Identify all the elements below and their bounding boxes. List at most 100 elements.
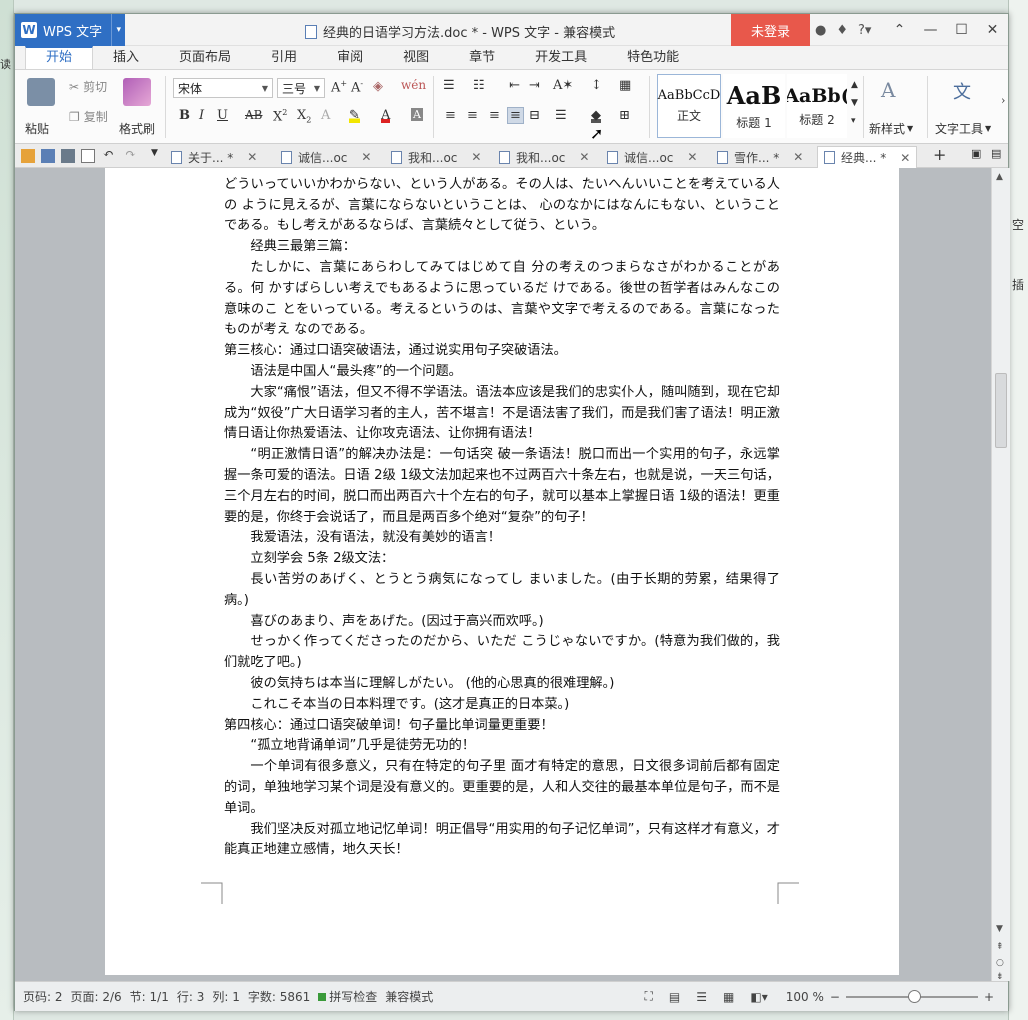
status-section[interactable]: 节: 1/1: [130, 988, 169, 1005]
chevron-down-icon[interactable]: ▾: [111, 14, 121, 46]
status-word-count[interactable]: 字数: 5861: [248, 988, 310, 1005]
undo-icon[interactable]: ↶: [103, 147, 114, 162]
increase-indent-icon[interactable]: ⇥: [529, 78, 540, 93]
scroll-up-icon[interactable]: ▲: [996, 172, 1003, 182]
spell-check-toggle[interactable]: 拼写检查: [318, 988, 377, 1005]
tab-chapter[interactable]: 章节: [449, 46, 515, 69]
paragraph[interactable]: “明正激情日语”的解决办法是：一句话突 破一条语法！脱口而出一个实用的句子，永远…: [224, 445, 780, 528]
save-icon[interactable]: [41, 149, 55, 163]
paragraph[interactable]: 立刻学会 5条 2级文法：: [224, 549, 780, 570]
format-painter-button[interactable]: 格式刷: [119, 120, 155, 137]
text-effect-icon[interactable]: A: [321, 108, 330, 123]
style-scroll-icon[interactable]: ▲ ▼ ▾: [851, 76, 858, 130]
close-tab-icon[interactable]: ✕: [361, 150, 371, 164]
tab-list-icon[interactable]: ▣: [971, 147, 981, 160]
style-heading-2[interactable]: AaBb( 标题 2: [787, 74, 847, 138]
redo-icon[interactable]: ↷: [125, 147, 136, 162]
distributed-icon[interactable]: ⊟: [529, 108, 540, 123]
shirt-icon[interactable]: ♦: [836, 23, 848, 38]
paragraph[interactable]: 第三核心：通过口语突破语法，通过说实用句子突破语法。: [224, 341, 780, 362]
maximize-button[interactable]: ☐: [946, 14, 977, 46]
zoom-out-icon[interactable]: −: [830, 990, 840, 1004]
style-heading-1[interactable]: AaB 标题 1: [723, 74, 785, 138]
close-tab-icon[interactable]: ✕: [900, 151, 910, 165]
paragraph[interactable]: 我们坚决反对孤立地记忆单词！明正倡导“用实用的句子记忆单词”，只有这样才有意义，…: [224, 820, 780, 862]
numbered-list-icon[interactable]: ☷: [473, 78, 485, 93]
open-icon[interactable]: [21, 149, 35, 163]
new-tab-icon[interactable]: +: [933, 145, 946, 164]
close-tab-icon[interactable]: ✕: [687, 150, 697, 164]
char-shading-icon[interactable]: A: [411, 108, 423, 121]
close-tab-icon[interactable]: ✕: [793, 150, 803, 164]
table-border-icon[interactable]: ▦: [619, 78, 631, 93]
underline-icon[interactable]: U: [217, 108, 228, 123]
zoom-slider[interactable]: [845, 989, 978, 1003]
font-size-select[interactable]: 三号 ▼: [277, 78, 325, 98]
vertical-scrollbar[interactable]: ▲ ▼ ⇞ ○ ⇟: [991, 168, 1010, 982]
customize-toolbar-icon[interactable]: ▼: [151, 148, 158, 158]
new-style-button[interactable]: 新样式 ▼: [869, 120, 913, 137]
paragraph[interactable]: 第四核心：通过口语突破单词！句子量比单词量更重要！: [224, 716, 780, 737]
doc-tab[interactable]: 诚信...oc ✕: [607, 146, 697, 168]
doc-tab[interactable]: 雪作... * ✕: [717, 146, 803, 168]
cut-button[interactable]: ✂ 剪切: [69, 78, 107, 95]
line-spacing-icon[interactable]: ☰: [555, 108, 567, 123]
tab-home[interactable]: 开始: [25, 46, 94, 69]
help-icon[interactable]: ?▾: [858, 23, 871, 38]
prev-page-icon[interactable]: ⇞: [996, 942, 1004, 952]
new-style-icon[interactable]: A: [881, 78, 895, 102]
zoom-slider-knob[interactable]: [907, 989, 921, 1003]
text-tools-icon[interactable]: 文: [953, 78, 971, 104]
doc-tab[interactable]: 关于... * ✕: [171, 146, 257, 168]
strikethrough-icon[interactable]: AB: [245, 108, 262, 122]
fullscreen-icon[interactable]: ⛶: [645, 989, 653, 1004]
close-tab-icon[interactable]: ✕: [579, 150, 589, 164]
tab-page-layout[interactable]: 页面布局: [159, 46, 251, 69]
close-button[interactable]: ✕: [977, 14, 1008, 46]
close-tab-icon[interactable]: ✕: [247, 150, 257, 164]
subscript-icon[interactable]: X2: [297, 108, 311, 125]
document-body[interactable]: モンテーニュは、こういうことをいっている。世間にはよく、心では思っているのだけれ…: [224, 168, 780, 861]
minimize-button[interactable]: —: [915, 14, 946, 46]
paste-button[interactable]: 粘贴: [25, 120, 49, 137]
chinese-layout-icon[interactable]: A✶: [553, 78, 573, 93]
status-col[interactable]: 列: 1: [212, 988, 240, 1005]
status-page[interactable]: 页面: 2/6: [71, 988, 122, 1005]
ribbon-scroll-right-icon[interactable]: ›: [1001, 94, 1005, 107]
text-tools-button[interactable]: 文字工具 ▼: [935, 120, 991, 137]
superscript-icon[interactable]: X2: [273, 108, 287, 124]
page-view-icon[interactable]: ▤: [669, 990, 680, 1004]
clear-format-icon[interactable]: ◈: [373, 79, 383, 94]
login-button[interactable]: 未登录: [731, 14, 810, 46]
bold-icon[interactable]: B: [179, 108, 190, 123]
align-left-icon[interactable]: ≡: [445, 108, 456, 123]
paragraph[interactable]: 彼の気持ちは本当に理解しがたい。 (他的心思真的很难理解。): [224, 674, 780, 695]
doc-tab[interactable]: 诚信...oc ✕: [281, 146, 371, 168]
copy-button[interactable]: ❐ 复制: [69, 108, 108, 125]
print-preview-icon[interactable]: [81, 149, 95, 163]
paragraph[interactable]: たしかに、言葉にあらわしてみてはじめて自 分の考えのつまらなさがわかることがある…: [224, 258, 780, 341]
scrollbar-thumb[interactable]: [995, 373, 1007, 448]
paragraph[interactable]: せっかく作ってくださったのだから、いただ こうじゃないですか。(特意为我们做的，…: [224, 632, 780, 674]
highlight-icon[interactable]: ✎: [349, 108, 360, 123]
tab-developer[interactable]: 开发工具: [515, 46, 607, 69]
doc-tab[interactable]: 我和...oc ✕: [499, 146, 589, 168]
paragraph[interactable]: これこそ本当の日本料理です。(这才是真正的日本菜。): [224, 695, 780, 716]
paragraph[interactable]: 我爱语法，没有语法，就没有美妙的语言！: [224, 528, 780, 549]
zoom-value[interactable]: 100 %: [786, 990, 824, 1004]
paragraph[interactable]: 大家“痛恨”语法，但又不得不学语法。语法本应该是我们的忠实仆人，随叫随到，现在它…: [224, 383, 780, 445]
app-menu-button[interactable]: W WPS 文字 ▾: [15, 14, 125, 46]
paragraph[interactable]: “孤立地背诵单词”几乎是徒劳无功的！: [224, 736, 780, 757]
tab-review[interactable]: 审阅: [317, 46, 383, 69]
font-name-select[interactable]: 宋体 ▼: [173, 78, 273, 98]
paragraph[interactable]: 经典三最第三篇：: [224, 237, 780, 258]
justify-icon[interactable]: ≡: [507, 107, 524, 124]
align-center-icon[interactable]: ≡: [467, 108, 478, 123]
zoom-in-icon[interactable]: +: [984, 990, 994, 1004]
web-view-icon[interactable]: ▦: [723, 990, 734, 1004]
status-page-code[interactable]: 页码: 2: [23, 988, 63, 1005]
tab-insert[interactable]: 插入: [93, 46, 159, 69]
status-row[interactable]: 行: 3: [177, 988, 205, 1005]
paragraph[interactable]: 语法是中国人“最头疼”的一个问题。: [224, 362, 780, 383]
tab-menu-icon[interactable]: ▤: [991, 147, 1001, 160]
